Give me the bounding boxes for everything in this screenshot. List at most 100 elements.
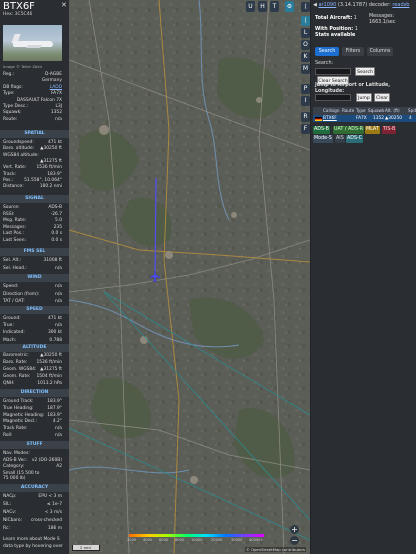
decoder-link[interactable]: readsb bbox=[392, 2, 409, 8]
info-row-label: TAT / OAT: bbox=[3, 299, 25, 304]
info-row: DASSAULT Falcon 7X bbox=[3, 98, 62, 104]
toolbar-button-o[interactable]: O bbox=[301, 40, 310, 50]
search-input[interactable] bbox=[315, 68, 351, 75]
info-row: Magnetic Decl.: 4.2° bbox=[3, 419, 62, 425]
info-row-label: Baro. altitude: bbox=[3, 146, 35, 152]
settings-gear-icon[interactable]: ⚙ bbox=[285, 1, 294, 12]
jump-input[interactable] bbox=[315, 94, 351, 101]
info-row-label: Type: bbox=[3, 91, 15, 97]
info-row: ▲31275 ft bbox=[3, 159, 62, 165]
toolbar-button-l[interactable]: L bbox=[301, 28, 310, 38]
column-header-altitude[interactable]: Alt. (ft) bbox=[385, 107, 400, 115]
info-row: Source: ADS-B bbox=[3, 205, 62, 211]
info-row-value: EPU < 3 m bbox=[38, 494, 62, 499]
info-row-label: NACp: bbox=[3, 494, 17, 499]
legend-mlat[interactable]: MLAT bbox=[365, 126, 380, 134]
version-link[interactable]: ar1090 bbox=[318, 2, 336, 8]
legend-tisb[interactable]: TIS-B bbox=[382, 126, 397, 134]
map-button-h[interactable]: H bbox=[258, 1, 267, 12]
info-row-label: Ground: bbox=[3, 316, 21, 321]
column-header-callsign[interactable]: Callsign bbox=[323, 107, 339, 115]
info-row-label: WGS84 altitude: bbox=[3, 152, 39, 158]
with-position-value: 1 bbox=[354, 27, 358, 32]
info-row: Track: 183.9° bbox=[3, 172, 62, 178]
search-button[interactable]: Search bbox=[355, 67, 375, 76]
info-row: SIL: ≤ 1e-7 bbox=[3, 502, 62, 508]
with-position-stat: With Position: 1 bbox=[315, 27, 358, 32]
map-view[interactable]: U H T ⚙ + − 2000 4000 6000 8000 10000 20… bbox=[69, 0, 310, 554]
info-row-value: n/a bbox=[55, 323, 62, 329]
tab-filters[interactable]: Filters bbox=[342, 47, 364, 56]
info-row-label: QNH: bbox=[3, 381, 15, 387]
map-button-t[interactable]: T bbox=[270, 1, 279, 12]
row-callsign[interactable]: BTX6F bbox=[323, 115, 337, 122]
info-row-label: DB flags: bbox=[3, 84, 23, 90]
legend-label: 6000 bbox=[159, 538, 169, 542]
row-altitude: ▲30250 bbox=[385, 116, 402, 121]
info-row-label: Geom. Rate: bbox=[3, 374, 31, 380]
zoom-out-button[interactable]: − bbox=[290, 536, 299, 545]
info-row-label: Baro. Rate: bbox=[3, 360, 28, 366]
table-row[interactable]: BTX6F FA7X 1352 ▲30250 4 bbox=[313, 115, 416, 122]
info-row-label: RSSI: bbox=[3, 211, 15, 217]
info-row: Messages: 235 bbox=[3, 225, 62, 231]
toolbar-button-m[interactable]: M bbox=[301, 64, 310, 74]
legend-uat-adsr[interactable]: UAT / ADS-R bbox=[333, 126, 365, 134]
legend-modes[interactable]: Mode-S bbox=[313, 135, 333, 143]
legend-adsb[interactable]: ADS-B bbox=[313, 126, 330, 134]
info-row-label: Msg. Rate: bbox=[3, 218, 27, 224]
collapse-sidebar-icon[interactable]: ⟨ bbox=[301, 2, 310, 12]
info-row-label: Indicated: bbox=[3, 330, 25, 336]
toolbar-button-f[interactable]: F bbox=[301, 124, 310, 134]
info-row: Last Pos.: 0.0 s bbox=[3, 231, 62, 237]
messages-value: 1663.1/sec bbox=[369, 20, 396, 25]
toolbar-button-p[interactable]: P bbox=[301, 84, 310, 94]
section-header-direction: DIRECTION bbox=[0, 389, 69, 397]
altitude-color-legend bbox=[129, 534, 264, 537]
toolbar-button-r[interactable]: R bbox=[301, 112, 310, 122]
section-header-fms: FMS SEL bbox=[0, 248, 69, 256]
info-row-value: ≤ 1e-7 bbox=[47, 502, 62, 507]
search-label: Search: bbox=[315, 61, 334, 66]
info-row: Msg. Rate: 5.0 bbox=[3, 218, 62, 224]
map-canvas[interactable] bbox=[69, 0, 310, 554]
info-row-value: 471 kt bbox=[47, 316, 62, 321]
with-position-label: With Position: bbox=[315, 27, 354, 32]
info-row-value: 300 kt bbox=[47, 330, 62, 336]
info-row-label: Last Seen: bbox=[3, 238, 26, 243]
info-row-label: NACv: bbox=[3, 510, 17, 515]
map-button-u[interactable]: U bbox=[246, 1, 255, 12]
close-icon[interactable]: ✕ bbox=[61, 1, 67, 10]
zoom-in-button[interactable]: + bbox=[290, 525, 299, 534]
column-header-route[interactable]: Route bbox=[342, 107, 354, 115]
info-row-value: 187.9° bbox=[47, 405, 62, 411]
info-row-value: n/a bbox=[55, 284, 62, 289]
info-row-value[interactable]: LADD bbox=[50, 85, 62, 91]
legend-adsc[interactable]: ADS-C bbox=[346, 135, 364, 143]
info-text: 75 000 lb) bbox=[3, 476, 26, 481]
info-row-label: True Heading: bbox=[3, 405, 34, 411]
legend-ais[interactable]: AIS bbox=[335, 135, 345, 143]
aircraft-photo-wing bbox=[26, 45, 42, 48]
toolbar-button-i[interactable]: I bbox=[301, 96, 310, 106]
info-row-label: Mach: bbox=[3, 337, 17, 343]
map-attribution[interactable]: © OpenStreetMap contributors bbox=[245, 547, 306, 552]
info-row-label: Squawk: bbox=[3, 110, 22, 116]
tab-columns[interactable]: Columns bbox=[367, 47, 393, 56]
info-row: Direction (from): n/a bbox=[3, 292, 62, 298]
stats-available[interactable]: Stats available bbox=[315, 33, 355, 38]
tab-search[interactable]: Search bbox=[315, 47, 339, 56]
clear-button[interactable]: Clear bbox=[374, 93, 390, 102]
info-row-value: 183.9° bbox=[47, 171, 62, 177]
column-header-squawk[interactable]: Squawk bbox=[368, 107, 384, 115]
info-row-value: 0.788 bbox=[49, 337, 62, 343]
toolbar-button-k[interactable]: K bbox=[301, 52, 310, 62]
info-row-value: 1352 bbox=[50, 110, 62, 116]
info-row-label: Track Rate: bbox=[3, 426, 28, 432]
info-row-value: ▲30250 ft bbox=[40, 146, 62, 152]
column-header-speed[interactable]: Spd bbox=[408, 107, 416, 115]
column-header-type[interactable]: Type bbox=[356, 107, 366, 115]
toggle-sidebar-icon[interactable]: ⟨ bbox=[301, 16, 310, 26]
aircraft-photo[interactable] bbox=[3, 25, 62, 61]
jump-button[interactable]: Jump bbox=[356, 93, 372, 102]
